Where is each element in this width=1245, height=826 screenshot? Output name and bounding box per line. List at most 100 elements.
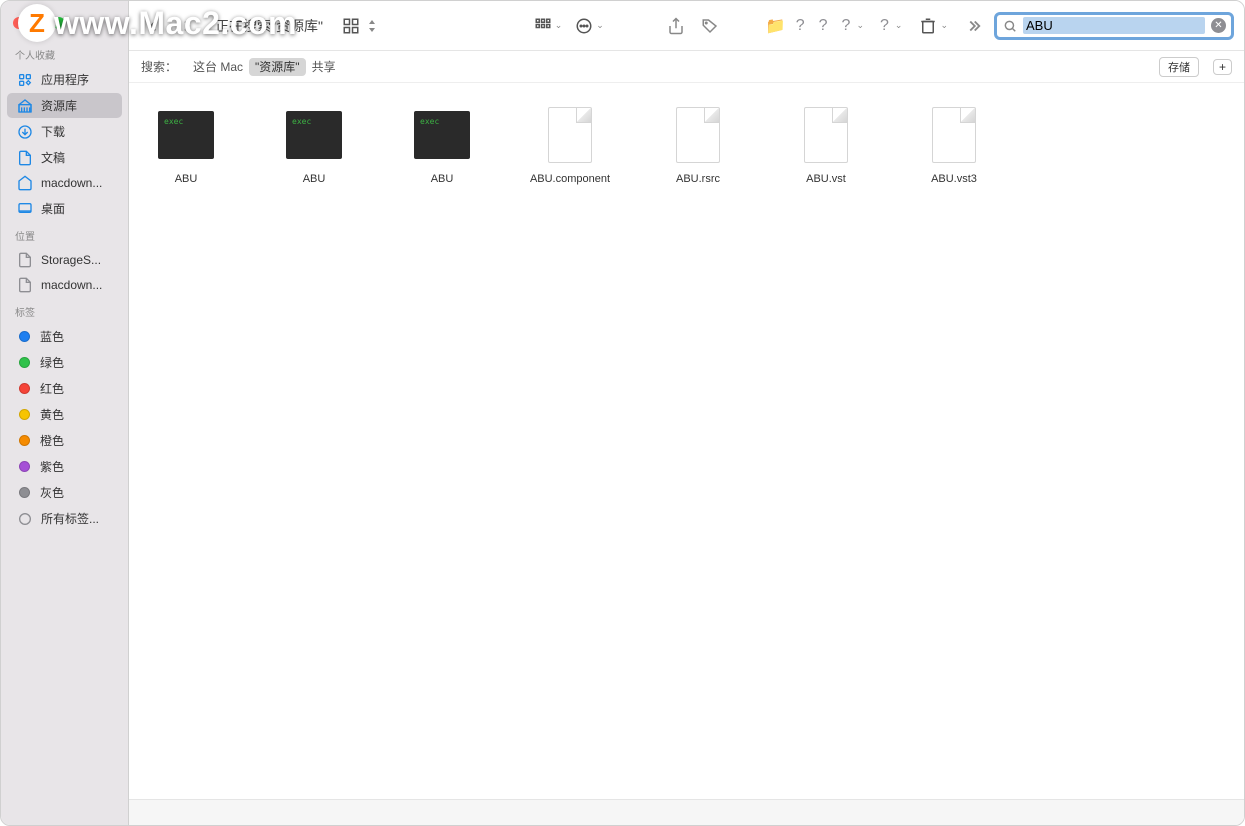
search-icon bbox=[1003, 19, 1017, 33]
view-mode-group[interactable] bbox=[337, 14, 377, 38]
chevron-down-icon: ⌄ bbox=[856, 20, 864, 31]
tag-color-dot bbox=[19, 409, 30, 420]
window-controls bbox=[1, 9, 128, 41]
tag-color-dot bbox=[19, 461, 30, 472]
sidebar-tag-item[interactable]: 绿色 bbox=[7, 350, 122, 375]
scope-option[interactable]: "资源库" bbox=[249, 58, 306, 76]
sidebar-item-label: macdown... bbox=[41, 278, 102, 292]
add-criteria-button[interactable]: + bbox=[1213, 59, 1232, 75]
share-button[interactable] bbox=[662, 14, 690, 38]
trash-button[interactable] bbox=[914, 14, 942, 38]
back-button[interactable] bbox=[139, 14, 167, 38]
file-item[interactable]: exec ABU bbox=[145, 107, 227, 185]
minimize-window-button[interactable] bbox=[33, 17, 45, 29]
sidebar-tag-item[interactable]: 黄色 bbox=[7, 402, 122, 427]
scope-option[interactable]: 这台 Mac bbox=[187, 58, 249, 76]
tags-button[interactable] bbox=[696, 14, 724, 38]
sidebar-item-label: macdown... bbox=[41, 176, 102, 190]
search-scope-bar: 搜索： 这台 Mac"资源库"共享 存储 + bbox=[129, 51, 1244, 83]
tag-color-dot bbox=[19, 331, 30, 342]
tag-color-dot bbox=[19, 487, 30, 498]
sidebar-item-documents[interactable]: 文稿 bbox=[7, 145, 122, 170]
help-icon[interactable]: ? bbox=[815, 17, 832, 35]
chevron-down-icon: ⌄ bbox=[596, 20, 604, 31]
sidebar-item-label: 文稿 bbox=[41, 149, 65, 166]
file-item[interactable]: exec ABU bbox=[273, 107, 355, 185]
documents-icon bbox=[17, 150, 33, 166]
sidebar-tag-item[interactable]: 橙色 bbox=[7, 428, 122, 453]
file-label: ABU bbox=[175, 173, 198, 185]
tag-color-dot bbox=[19, 357, 30, 368]
sidebar-item-macdown[interactable]: macdown... bbox=[7, 171, 122, 195]
chevron-down-icon: ⌄ bbox=[940, 20, 948, 31]
sidebar-tag-item[interactable]: 紫色 bbox=[7, 454, 122, 479]
finder-window: 个人收藏 应用程序资源库下载文稿macdown...桌面 位置 StorageS… bbox=[0, 0, 1245, 826]
scope-option[interactable]: 共享 bbox=[306, 58, 342, 76]
sidebar-tag-item[interactable]: 蓝色 bbox=[7, 324, 122, 349]
sidebar-all-tags[interactable]: 所有标签... bbox=[7, 506, 122, 531]
help-icon[interactable]: ? bbox=[792, 17, 809, 35]
file-item[interactable]: ABU.rsrc bbox=[657, 107, 739, 185]
file-label: ABU.component bbox=[530, 173, 610, 185]
sidebar-item-label: 灰色 bbox=[40, 484, 64, 501]
save-search-button[interactable]: 存储 bbox=[1159, 57, 1199, 77]
scope-label: 搜索： bbox=[141, 58, 177, 75]
overflow-button[interactable] bbox=[960, 14, 988, 38]
sidebar-item-label: 紫色 bbox=[40, 458, 64, 475]
group-by-button[interactable] bbox=[529, 14, 557, 38]
sidebar: 个人收藏 应用程序资源库下载文稿macdown...桌面 位置 StorageS… bbox=[1, 1, 129, 825]
file-item[interactable]: ABU.vst3 bbox=[913, 107, 995, 185]
close-window-button[interactable] bbox=[13, 17, 25, 29]
sidebar-item-desktop[interactable]: 桌面 bbox=[7, 196, 122, 221]
file-item[interactable]: ABU.vst bbox=[785, 107, 867, 185]
all-tags-icon bbox=[17, 511, 33, 527]
help-icon[interactable]: ? bbox=[838, 17, 855, 35]
document-file-icon bbox=[548, 107, 592, 163]
exec-file-icon: exec bbox=[158, 111, 214, 159]
file-label: ABU bbox=[303, 173, 326, 185]
tag-color-dot bbox=[19, 383, 30, 394]
folder-icon[interactable]: 📁 bbox=[766, 16, 786, 36]
main-area: 正在搜索"资源库" ⌄ ⌄ bbox=[129, 1, 1244, 825]
document-file-icon bbox=[804, 107, 848, 163]
sidebar-tag-item[interactable]: 灰色 bbox=[7, 480, 122, 505]
forward-button[interactable] bbox=[173, 14, 201, 38]
tag-color-dot bbox=[19, 435, 30, 446]
sidebar-item-label: 绿色 bbox=[40, 354, 64, 371]
sidebar-item-label: 橙色 bbox=[40, 432, 64, 449]
file-item[interactable]: execABU bbox=[401, 107, 483, 185]
sidebar-tag-item[interactable]: 红色 bbox=[7, 376, 122, 401]
action-menu-button[interactable] bbox=[570, 14, 598, 38]
library-icon bbox=[17, 98, 33, 114]
exec-file-icon: exec bbox=[286, 111, 342, 159]
file-label: ABU.vst3 bbox=[931, 173, 977, 185]
clear-search-button[interactable]: ✕ bbox=[1211, 18, 1226, 33]
sidebar-item-downloads[interactable]: 下载 bbox=[7, 119, 122, 144]
sidebar-item-library[interactable]: 资源库 bbox=[7, 93, 122, 118]
sidebar-tags-title: 标签 bbox=[1, 298, 128, 323]
doc-icon bbox=[17, 252, 33, 268]
sidebar-item-label: 桌面 bbox=[41, 200, 65, 217]
file-label: ABU.rsrc bbox=[676, 173, 720, 185]
help-icon[interactable]: ? bbox=[876, 17, 893, 35]
sidebar-item-label: 资源库 bbox=[41, 97, 77, 114]
search-input[interactable] bbox=[1023, 17, 1205, 34]
sidebar-item-label: 下载 bbox=[41, 123, 65, 140]
document-file-icon bbox=[676, 107, 720, 163]
search-field[interactable]: ✕ bbox=[994, 12, 1234, 40]
sidebar-item-storages[interactable]: StorageS... bbox=[7, 248, 122, 272]
chevron-down-icon: ⌄ bbox=[895, 20, 903, 31]
doc-icon bbox=[17, 277, 33, 293]
toolbar: 正在搜索"资源库" ⌄ ⌄ bbox=[129, 1, 1244, 51]
downloads-icon bbox=[17, 124, 33, 140]
sidebar-item-macdown2[interactable]: macdown... bbox=[7, 273, 122, 297]
file-label: ABU bbox=[431, 173, 454, 185]
path-bar bbox=[129, 799, 1244, 825]
chevron-down-icon: ⌄ bbox=[555, 20, 563, 31]
sidebar-locations-title: 位置 bbox=[1, 222, 128, 247]
sidebar-item-label: StorageS... bbox=[41, 253, 101, 267]
zoom-window-button[interactable] bbox=[53, 17, 65, 29]
sidebar-item-apps[interactable]: 应用程序 bbox=[7, 67, 122, 92]
updown-icon bbox=[367, 19, 377, 33]
file-item[interactable]: ABU.component bbox=[529, 107, 611, 185]
